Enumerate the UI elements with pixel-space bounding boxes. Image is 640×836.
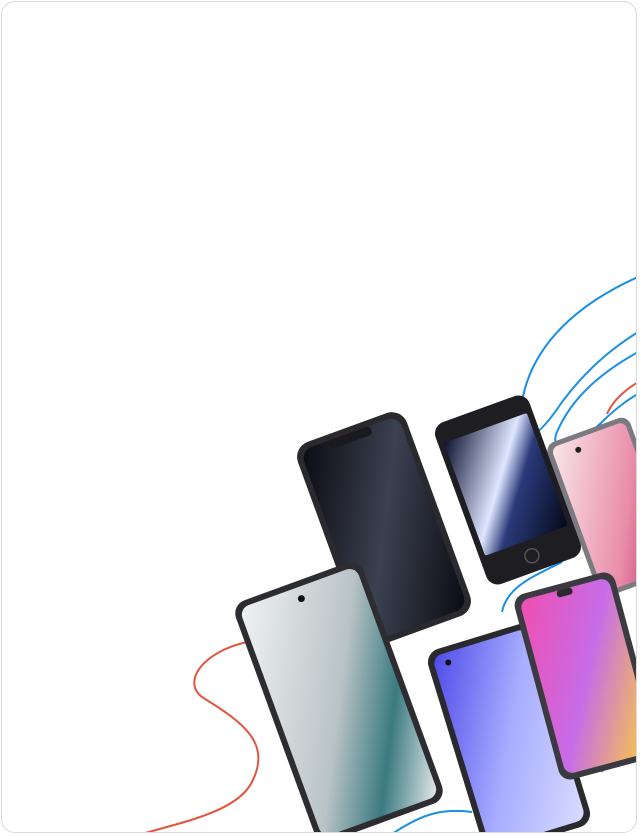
blue-cable-top <box>519 276 636 438</box>
phones-illustration <box>145 276 636 832</box>
red-cable-left <box>145 641 260 832</box>
promo-banner-card <box>1 1 637 833</box>
